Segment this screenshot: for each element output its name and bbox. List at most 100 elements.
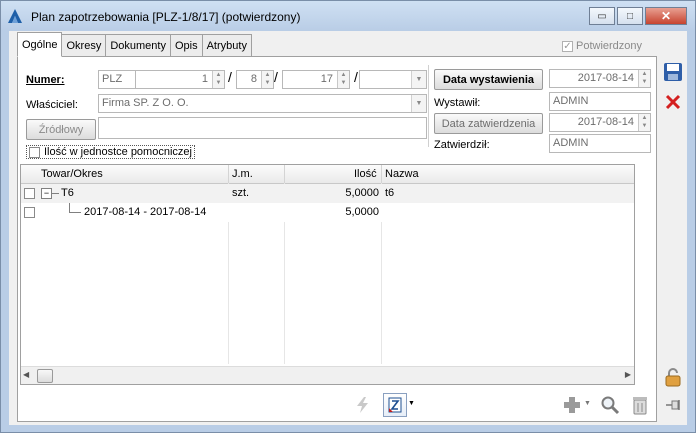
scroll-right-icon[interactable]: ▶ (625, 370, 631, 379)
column-header-jm[interactable]: J.m. (232, 168, 253, 180)
confirmed-checkbox[interactable]: ✓ Potwierdzony (562, 40, 642, 52)
cancel-button[interactable] (661, 90, 685, 114)
numer-year-field[interactable]: 17 ▲ ▼ (282, 70, 350, 89)
grid-header: Towar/Okres J.m. Ilość Nazwa (21, 165, 634, 184)
maximize-button[interactable]: □ (617, 7, 643, 25)
owner-label: Właściciel: (26, 99, 78, 111)
tab-okresy[interactable]: Okresy (61, 34, 107, 56)
issue-date-field[interactable]: 2017-08-14 ▲ ▼ (549, 69, 651, 88)
numer-prefix-value: PLZ (102, 73, 123, 85)
owner-value: Firma SP. Z O. O. (102, 97, 189, 109)
red-x-icon (665, 94, 681, 110)
horizontal-scrollbar[interactable]: ◀ ▶ (21, 366, 634, 384)
owner-dropdown[interactable]: Firma SP. Z O. O. ▼ (98, 94, 427, 113)
padlock-icon (665, 368, 681, 387)
trash-icon (633, 397, 647, 415)
row-checkbox[interactable] (24, 207, 35, 218)
table-row[interactable]: 2017-08-14 - 2017-08-14 5,0000 (21, 203, 634, 222)
approved-by-field: ADMIN (549, 134, 651, 153)
add-button[interactable] (560, 393, 584, 417)
year-spinner[interactable]: ▲ ▼ (337, 71, 349, 88)
number-spinner[interactable]: ▲ ▼ (212, 71, 224, 88)
numer-separator-1: / (228, 69, 232, 85)
scrollbar-thumb[interactable] (37, 369, 53, 383)
delete-item-button[interactable] (628, 393, 652, 417)
issued-by-field: ADMIN (549, 92, 651, 111)
numer-series-dropdown[interactable]: ▼ (359, 70, 427, 89)
aux-unit-box (29, 146, 40, 158)
save-button[interactable] (661, 60, 685, 84)
column-header-nazwa[interactable]: Nazwa (385, 168, 419, 180)
window-title: Plan zapotrzebowania [PLZ-1/8/17] (potwi… (31, 10, 301, 24)
tab-panel-ogolne: Numer: PLZ 1 ▲ ▼ / 8 ▲ ▼ / 17 ▲ ▼ / ▼ Właścici… (17, 56, 657, 422)
column-header-towar[interactable]: Towar/Okres (41, 168, 103, 180)
lightning-icon[interactable] (351, 393, 375, 417)
pin-button[interactable] (661, 393, 685, 417)
approved-by-value: ADMIN (553, 137, 589, 149)
row-item: 2017-08-14 - 2017-08-14 (84, 206, 207, 218)
numer-month-field[interactable]: 8 ▲ ▼ (236, 70, 274, 89)
aux-unit-label: Ilość w jednostce pomocniczej (44, 146, 192, 158)
tab-dokumenty[interactable]: Dokumenty (105, 34, 171, 56)
row-qty: 5,0000 (345, 187, 379, 199)
numer-number-field[interactable]: 1 ▲ ▼ (135, 70, 225, 89)
issue-date-value: 2017-08-14 (577, 72, 634, 84)
source-field[interactable] (98, 117, 427, 139)
floppy-disk-icon (664, 63, 682, 81)
export-button[interactable] (383, 393, 407, 417)
approve-date-button[interactable]: Data zatwierdzenia (434, 113, 543, 134)
minimize-button[interactable]: ▭ (589, 7, 615, 25)
chevron-down-icon[interactable]: ▼ (411, 95, 426, 112)
aux-unit-checkbox[interactable]: Ilość w jednostce pomocniczej (26, 145, 195, 159)
tab-opis[interactable]: Opis (169, 34, 203, 56)
row-unit: szt. (232, 187, 250, 199)
tree-line (51, 193, 59, 194)
chevron-down-icon[interactable]: ▼ (408, 400, 415, 407)
plus-icon (564, 397, 580, 413)
source-button[interactable]: Źródłowy (26, 119, 96, 140)
numer-year-value: 17 (320, 73, 333, 85)
numer-separator-2: / (274, 69, 278, 85)
lock-button[interactable] (661, 365, 685, 389)
month-spinner[interactable]: ▲ ▼ (261, 71, 273, 88)
numer-month-value: 8 (250, 73, 257, 85)
table-row[interactable]: − T6 szt. 5,0000 t6 (21, 184, 634, 203)
items-grid[interactable]: Towar/Okres J.m. Ilość Nazwa − T6 szt. 5… (20, 164, 635, 385)
chevron-down-icon[interactable]: ▼ (584, 400, 591, 407)
approved-by-label: Zatwierdził: (434, 139, 490, 151)
issued-by-label: Wystawił: (434, 97, 481, 109)
tab-strip: Ogólne Okresy Dokumenty Opis Atrybuty (17, 32, 252, 57)
tab-atrybuty[interactable]: Atrybuty (201, 34, 252, 56)
numer-label: Numer: (26, 74, 65, 86)
pin-icon (666, 400, 680, 410)
numer-number-value: 1 (201, 73, 208, 85)
row-checkbox[interactable] (24, 188, 35, 199)
approve-date-value: 2017-08-14 (577, 116, 634, 128)
chevron-down-icon[interactable]: ▼ (411, 71, 426, 88)
search-button[interactable] (598, 393, 622, 417)
numer-prefix-field[interactable]: PLZ (98, 70, 136, 89)
column-header-ilosc[interactable]: Ilość (354, 168, 377, 180)
close-button[interactable]: ✕ (645, 7, 687, 25)
issued-by-value: ADMIN (553, 95, 589, 107)
tree-line (69, 203, 70, 212)
client-area: Ogólne Okresy Dokumenty Opis Atrybuty ✓ … (9, 31, 687, 425)
issue-date-spinner[interactable]: ▲ ▼ (638, 70, 650, 87)
tree-line (69, 212, 81, 213)
approve-date-field[interactable]: 2017-08-14 ▲ ▼ (549, 113, 651, 132)
document-arrow-icon (388, 397, 402, 413)
row-qty: 5,0000 (345, 206, 379, 218)
tab-ogolne[interactable]: Ogólne (17, 32, 63, 57)
numer-separator-3: / (354, 69, 358, 85)
row-name: t6 (385, 187, 395, 199)
check-icon: ✓ (562, 40, 573, 52)
application-window: Plan zapotrzebowania [PLZ-1/8/17] (potwi… (0, 0, 696, 433)
issue-date-button[interactable]: Data wystawienia (434, 69, 543, 90)
scroll-left-icon[interactable]: ◀ (23, 370, 29, 379)
confirmed-label: Potwierdzony (576, 40, 643, 52)
search-icon (601, 396, 620, 415)
row-item: T6 (61, 187, 74, 199)
approve-date-spinner[interactable]: ▲ ▼ (638, 114, 650, 131)
title-bar: Plan zapotrzebowania [PLZ-1/8/17] (potwi… (1, 1, 695, 31)
app-logo-icon (8, 9, 22, 23)
